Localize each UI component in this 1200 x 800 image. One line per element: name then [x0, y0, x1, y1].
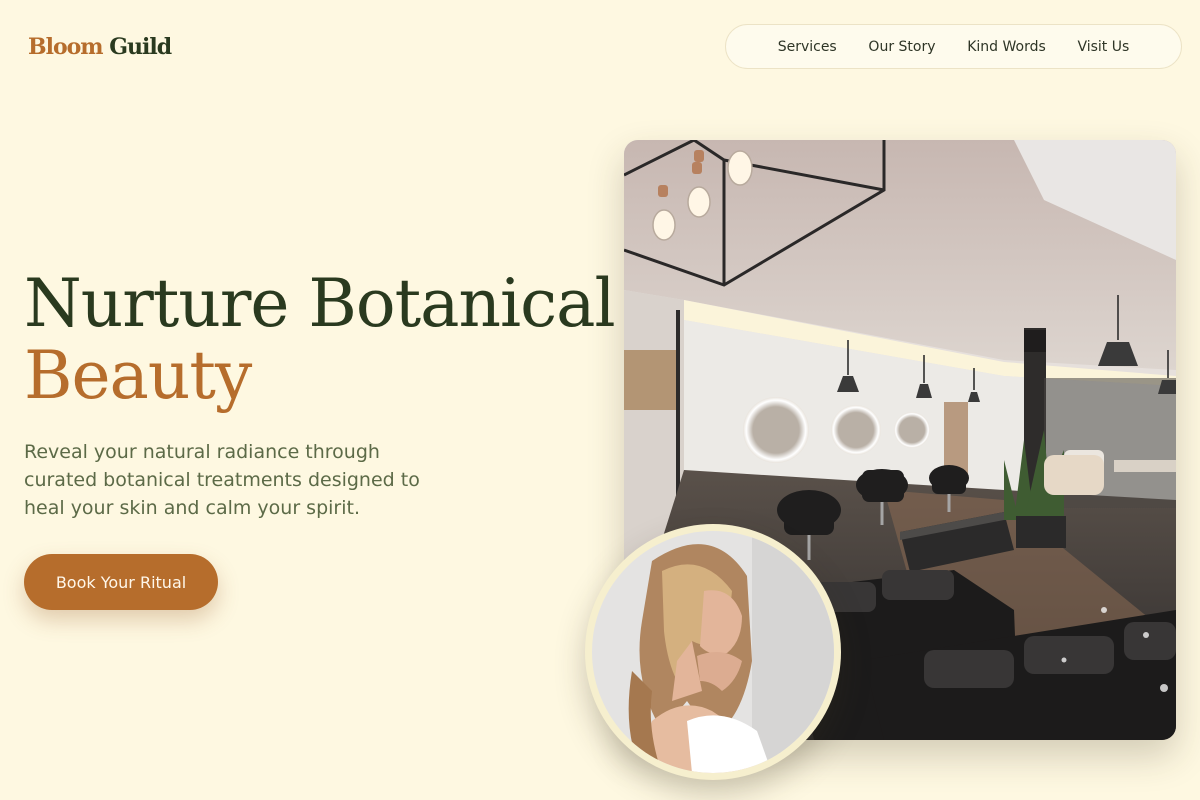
- main-nav: Services Our Story Kind Words Visit Us: [725, 24, 1182, 69]
- hero-headline-line-1: Nurture Botanical: [24, 265, 616, 342]
- brand-word-1: Bloom: [28, 34, 104, 60]
- hero-headline-line-2: Beauty: [24, 337, 252, 414]
- hero-headline: Nurture Botanical Beauty: [24, 265, 616, 414]
- nav-item-visit-us[interactable]: Visit Us: [1077, 39, 1129, 55]
- portrait-photo: [585, 524, 841, 780]
- hero-subtext: Reveal your natural radiance through cur…: [24, 441, 420, 519]
- brand-logo[interactable]: Bloom Guild: [28, 33, 172, 61]
- nav-item-our-story[interactable]: Our Story: [868, 39, 935, 55]
- nav-item-kind-words[interactable]: Kind Words: [967, 39, 1046, 55]
- book-ritual-button[interactable]: Book Your Ritual: [24, 554, 218, 610]
- brand-word-2: Guild: [109, 34, 172, 60]
- nav-item-services[interactable]: Services: [778, 39, 837, 55]
